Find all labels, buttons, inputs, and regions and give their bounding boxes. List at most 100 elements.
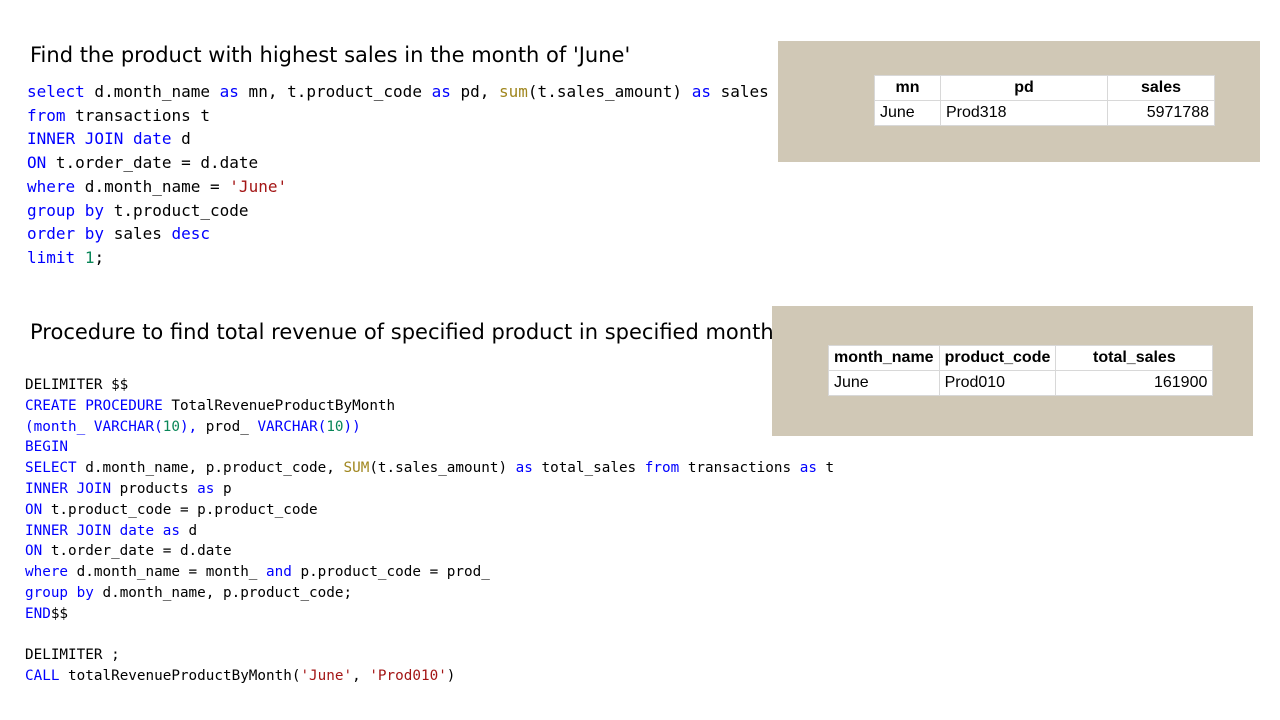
code-token: DELIMITER $$	[25, 377, 129, 393]
code-token: ON	[25, 543, 43, 560]
code-token: CALL	[25, 668, 60, 685]
code-token: ),	[179, 418, 198, 435]
code-token: from	[27, 105, 66, 125]
cell-product-code: Prod010	[938, 370, 1057, 396]
code-token: 10	[326, 418, 344, 435]
code-token: t	[816, 460, 835, 477]
code-line: DELIMITER $$	[25, 375, 834, 396]
query-heading: Find the product with highest sales in t…	[30, 43, 631, 67]
code-token: ))	[343, 418, 361, 435]
procedure-code-block: DELIMITER $$ CREATE PROCEDURE TotalRevenu…	[25, 375, 834, 687]
table-row: June Prod010 161900	[828, 370, 1214, 396]
code-token: d.month_name, p.product_code;	[93, 584, 353, 601]
code-line: (month_ VARCHAR(10), prod_ VARCHAR(10))	[25, 417, 834, 438]
code-token: d.month_name	[84, 82, 220, 101]
code-line: CREATE PROCEDURE TotalRevenueProductByMo…	[25, 396, 834, 417]
code-token: order by	[27, 224, 105, 244]
code-token: )	[446, 668, 456, 685]
code-token: 'June'	[300, 668, 353, 685]
code-token: where	[27, 176, 76, 196]
code-token: 10	[162, 418, 180, 435]
code-line: INNER JOIN products as p	[25, 479, 834, 500]
code-token: as	[799, 460, 817, 477]
code-token: (month_ VARCHAR(	[25, 418, 163, 435]
table-header-row: month_name product_code total_sales	[828, 345, 1214, 371]
code-token: INNER JOIN date	[27, 129, 172, 149]
code-token: ON	[25, 501, 43, 518]
code-token: d	[171, 129, 191, 149]
code-token: d	[179, 522, 198, 539]
code-token: group by	[27, 200, 105, 220]
code-token: as	[431, 82, 451, 101]
column-header-product-code: product_code	[938, 345, 1057, 371]
code-token: sales	[104, 224, 172, 244]
code-line: where d.month_name = month_ and p.produc…	[25, 562, 834, 583]
cell-pd: Prod318	[940, 100, 1108, 126]
code-line: select d.month_name as mn, t.product_cod…	[27, 80, 769, 104]
code-token: (t.sales_amount)	[369, 460, 516, 477]
code-token: p.product_code = prod_	[291, 564, 490, 581]
column-header-pd: pd	[940, 75, 1108, 101]
code-token: SUM	[343, 460, 370, 477]
code-token: ,	[352, 668, 370, 685]
code-token: d.month_name =	[75, 176, 230, 196]
code-token: select	[27, 82, 85, 101]
code-line: group by d.month_name, p.product_code;	[25, 583, 834, 604]
code-token: mn, t.product_code	[238, 82, 432, 101]
code-token: transactions t	[65, 105, 211, 125]
code-token: sales	[710, 82, 769, 101]
code-line: CALL totalRevenueProductByMonth('June', …	[25, 666, 834, 687]
code-token: and	[266, 564, 292, 581]
code-line: from transactions t	[27, 104, 769, 128]
code-line: END$$	[25, 604, 834, 625]
column-header-sales: sales	[1107, 75, 1215, 101]
code-line: where d.month_name = 'June'	[27, 175, 769, 199]
code-token: t.product_code	[104, 200, 249, 220]
code-token: totalRevenueProductByMonth(	[59, 668, 301, 685]
query-code-block: select d.month_name as mn, t.product_cod…	[27, 80, 769, 270]
query-result-table: mn pd sales June Prod318 5971788	[874, 75, 1215, 126]
code-line: ON t.product_code = p.product_code	[25, 500, 834, 521]
code-token: BEGIN	[25, 439, 69, 456]
code-token: from	[644, 460, 680, 477]
code-token: transactions	[679, 460, 800, 477]
code-token: INNER JOIN date as	[25, 522, 180, 539]
code-token: as	[219, 82, 239, 101]
code-token: p	[214, 480, 232, 497]
code-token: as	[515, 460, 533, 477]
code-token: CREATE PROCEDURE	[25, 397, 163, 414]
code-token: group by	[25, 584, 94, 601]
code-token: sum	[499, 82, 528, 101]
code-token: pd,	[450, 82, 500, 101]
cell-mn: June	[874, 100, 941, 126]
code-line: ON t.order_date = d.date	[27, 151, 769, 175]
procedure-result-table: month_name product_code total_sales June…	[828, 345, 1214, 396]
code-token: SELECT	[25, 460, 77, 477]
procedure-heading: Procedure to find total revenue of speci…	[30, 320, 774, 344]
code-token: 1	[84, 247, 95, 267]
code-token: t.order_date = d.date	[42, 543, 232, 560]
column-header-month-name: month_name	[828, 345, 940, 371]
code-token: where	[25, 564, 69, 581]
code-token: $$	[50, 605, 69, 622]
code-token: TotalRevenueProductByMonth	[162, 397, 396, 414]
code-token: prod_	[197, 418, 258, 435]
cell-sales: 5971788	[1107, 100, 1215, 126]
table-header-row: mn pd sales	[874, 75, 1215, 101]
code-token: 'Prod010'	[369, 668, 447, 685]
code-line: INNER JOIN date as d	[25, 521, 834, 542]
code-line: ON t.order_date = d.date	[25, 541, 834, 562]
code-token: t.product_code = p.product_code	[42, 501, 318, 518]
code-token: DELIMITER ;	[25, 647, 120, 664]
code-token: (t.sales_amount)	[527, 82, 692, 101]
code-line: INNER JOIN date d	[27, 127, 769, 151]
code-token: INNER JOIN	[25, 480, 112, 497]
code-token: END	[25, 605, 51, 622]
code-line: order by sales desc	[27, 222, 769, 246]
table-row: June Prod318 5971788	[874, 100, 1215, 126]
column-header-mn: mn	[874, 75, 941, 101]
code-token: ;	[94, 247, 105, 267]
code-line: limit 1;	[27, 246, 769, 270]
